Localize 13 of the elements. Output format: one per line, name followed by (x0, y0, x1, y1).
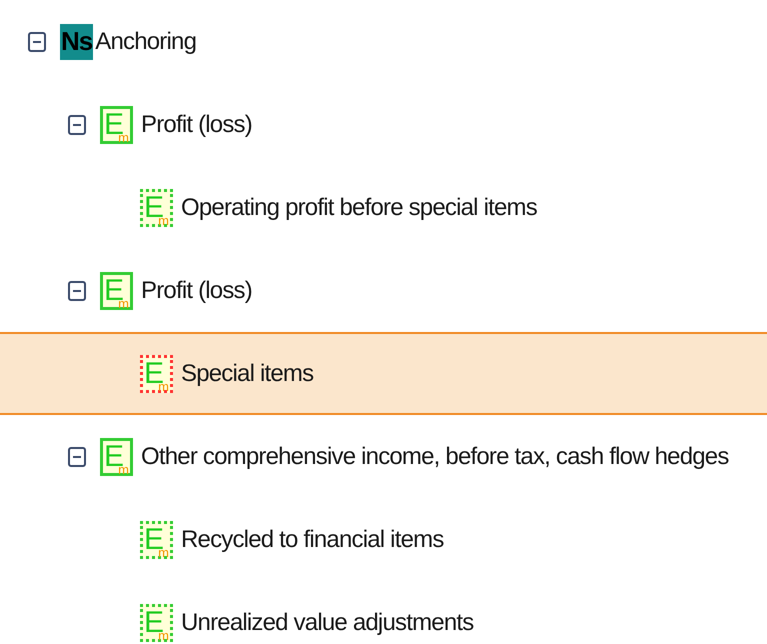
collapse-toggle[interactable] (68, 446, 86, 466)
tree-item-label[interactable]: Anchoring (95, 28, 196, 56)
tree-item-label[interactable]: Special items (181, 360, 314, 388)
collapse-toggle[interactable] (68, 280, 86, 300)
collapse-toggle[interactable] (28, 32, 46, 52)
tree-item-label[interactable]: Profit (loss) (141, 110, 252, 138)
namespace-icon: Ns (60, 24, 94, 60)
tree-item-label[interactable]: Unrealized value adjustments (181, 608, 474, 636)
tree-item-label[interactable]: Operating profit before special items (181, 194, 537, 222)
collapse-toggle[interactable] (68, 114, 86, 134)
tree-item-label[interactable]: Profit (loss) (141, 276, 252, 304)
tree-item-label[interactable]: Recycled to financial items (181, 526, 444, 554)
tree-item-label[interactable]: Other comprehensive income, before tax, cash flow hedges (141, 442, 729, 470)
